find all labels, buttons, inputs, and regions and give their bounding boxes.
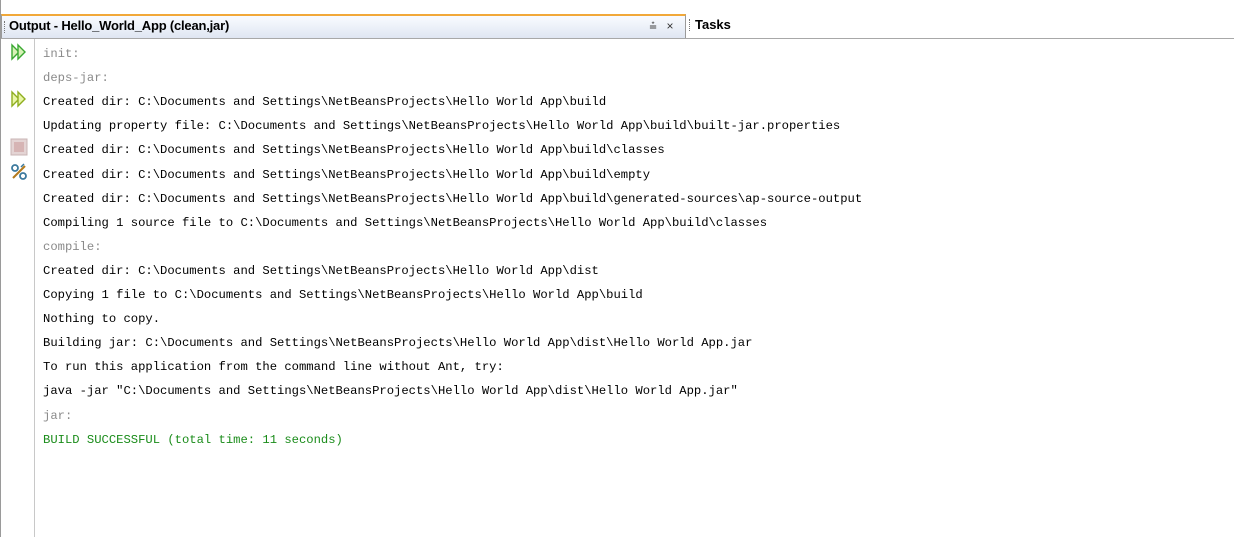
tab-output[interactable]: Output - Hello_World_App (clean,jar) ⩮ × [1, 14, 686, 38]
console-line: Compiling 1 source file to C:\Documents … [43, 215, 768, 230]
ant-target-line: init: [43, 47, 80, 61]
console-line: Nothing to copy. [43, 312, 161, 327]
rerun-button[interactable] [10, 43, 28, 61]
rerun-icon [11, 43, 26, 61]
output-console[interactable]: init: deps-jar: Created dir: C:\Documents … [43, 39, 1223, 537]
tab-menu-icon[interactable]: ⩮ [645, 18, 661, 34]
rerun-with-options-button[interactable] [10, 90, 28, 108]
console-line: Building jar: C:\Documents and Settings\… [43, 336, 753, 351]
console-line: Created dir: C:\Documents and Settings\N… [43, 143, 665, 158]
output-toolbar [2, 39, 35, 537]
tab-tasks[interactable]: Tasks [686, 14, 796, 38]
stop-icon [10, 138, 28, 156]
tab-tasks-label: Tasks [695, 17, 731, 32]
output-window: Output - Hello_World_App (clean,jar) ⩮ ×… [0, 0, 1234, 537]
build-status-line: BUILD SUCCESSFUL (total time: 11 seconds… [43, 432, 343, 447]
console-line: Created dir: C:\Documents and Settings\N… [43, 191, 863, 206]
ant-settings-icon [11, 163, 27, 180]
console-line: Created dir: C:\Documents and Settings\N… [43, 95, 607, 110]
tab-strip: Output - Hello_World_App (clean,jar) ⩮ ×… [1, 0, 1234, 39]
tab-output-label: Output - Hello_World_App (clean,jar) [9, 18, 230, 33]
close-icon[interactable]: × [663, 18, 677, 34]
console-line: java -jar "C:\Documents and Settings\Net… [43, 384, 738, 399]
console-line: To run this application from the command… [43, 360, 504, 375]
stop-button[interactable] [10, 138, 28, 156]
console-line: Created dir: C:\Documents and Settings\N… [43, 167, 651, 182]
tab-grip[interactable] [4, 21, 7, 33]
ant-target-line: compile: [43, 239, 102, 254]
console-line: Updating property file: C:\Documents and… [43, 119, 841, 134]
rerun-with-options-icon [11, 90, 26, 108]
ant-target-line: deps-jar: [43, 71, 109, 86]
ant-target-line: jar: [43, 408, 73, 423]
console-line: Created dir: C:\Documents and Settings\N… [43, 263, 599, 278]
tab-grip[interactable] [689, 19, 692, 31]
console-line: Copying 1 file to C:\Documents and Setti… [43, 288, 643, 302]
ant-settings-button[interactable] [10, 163, 28, 181]
